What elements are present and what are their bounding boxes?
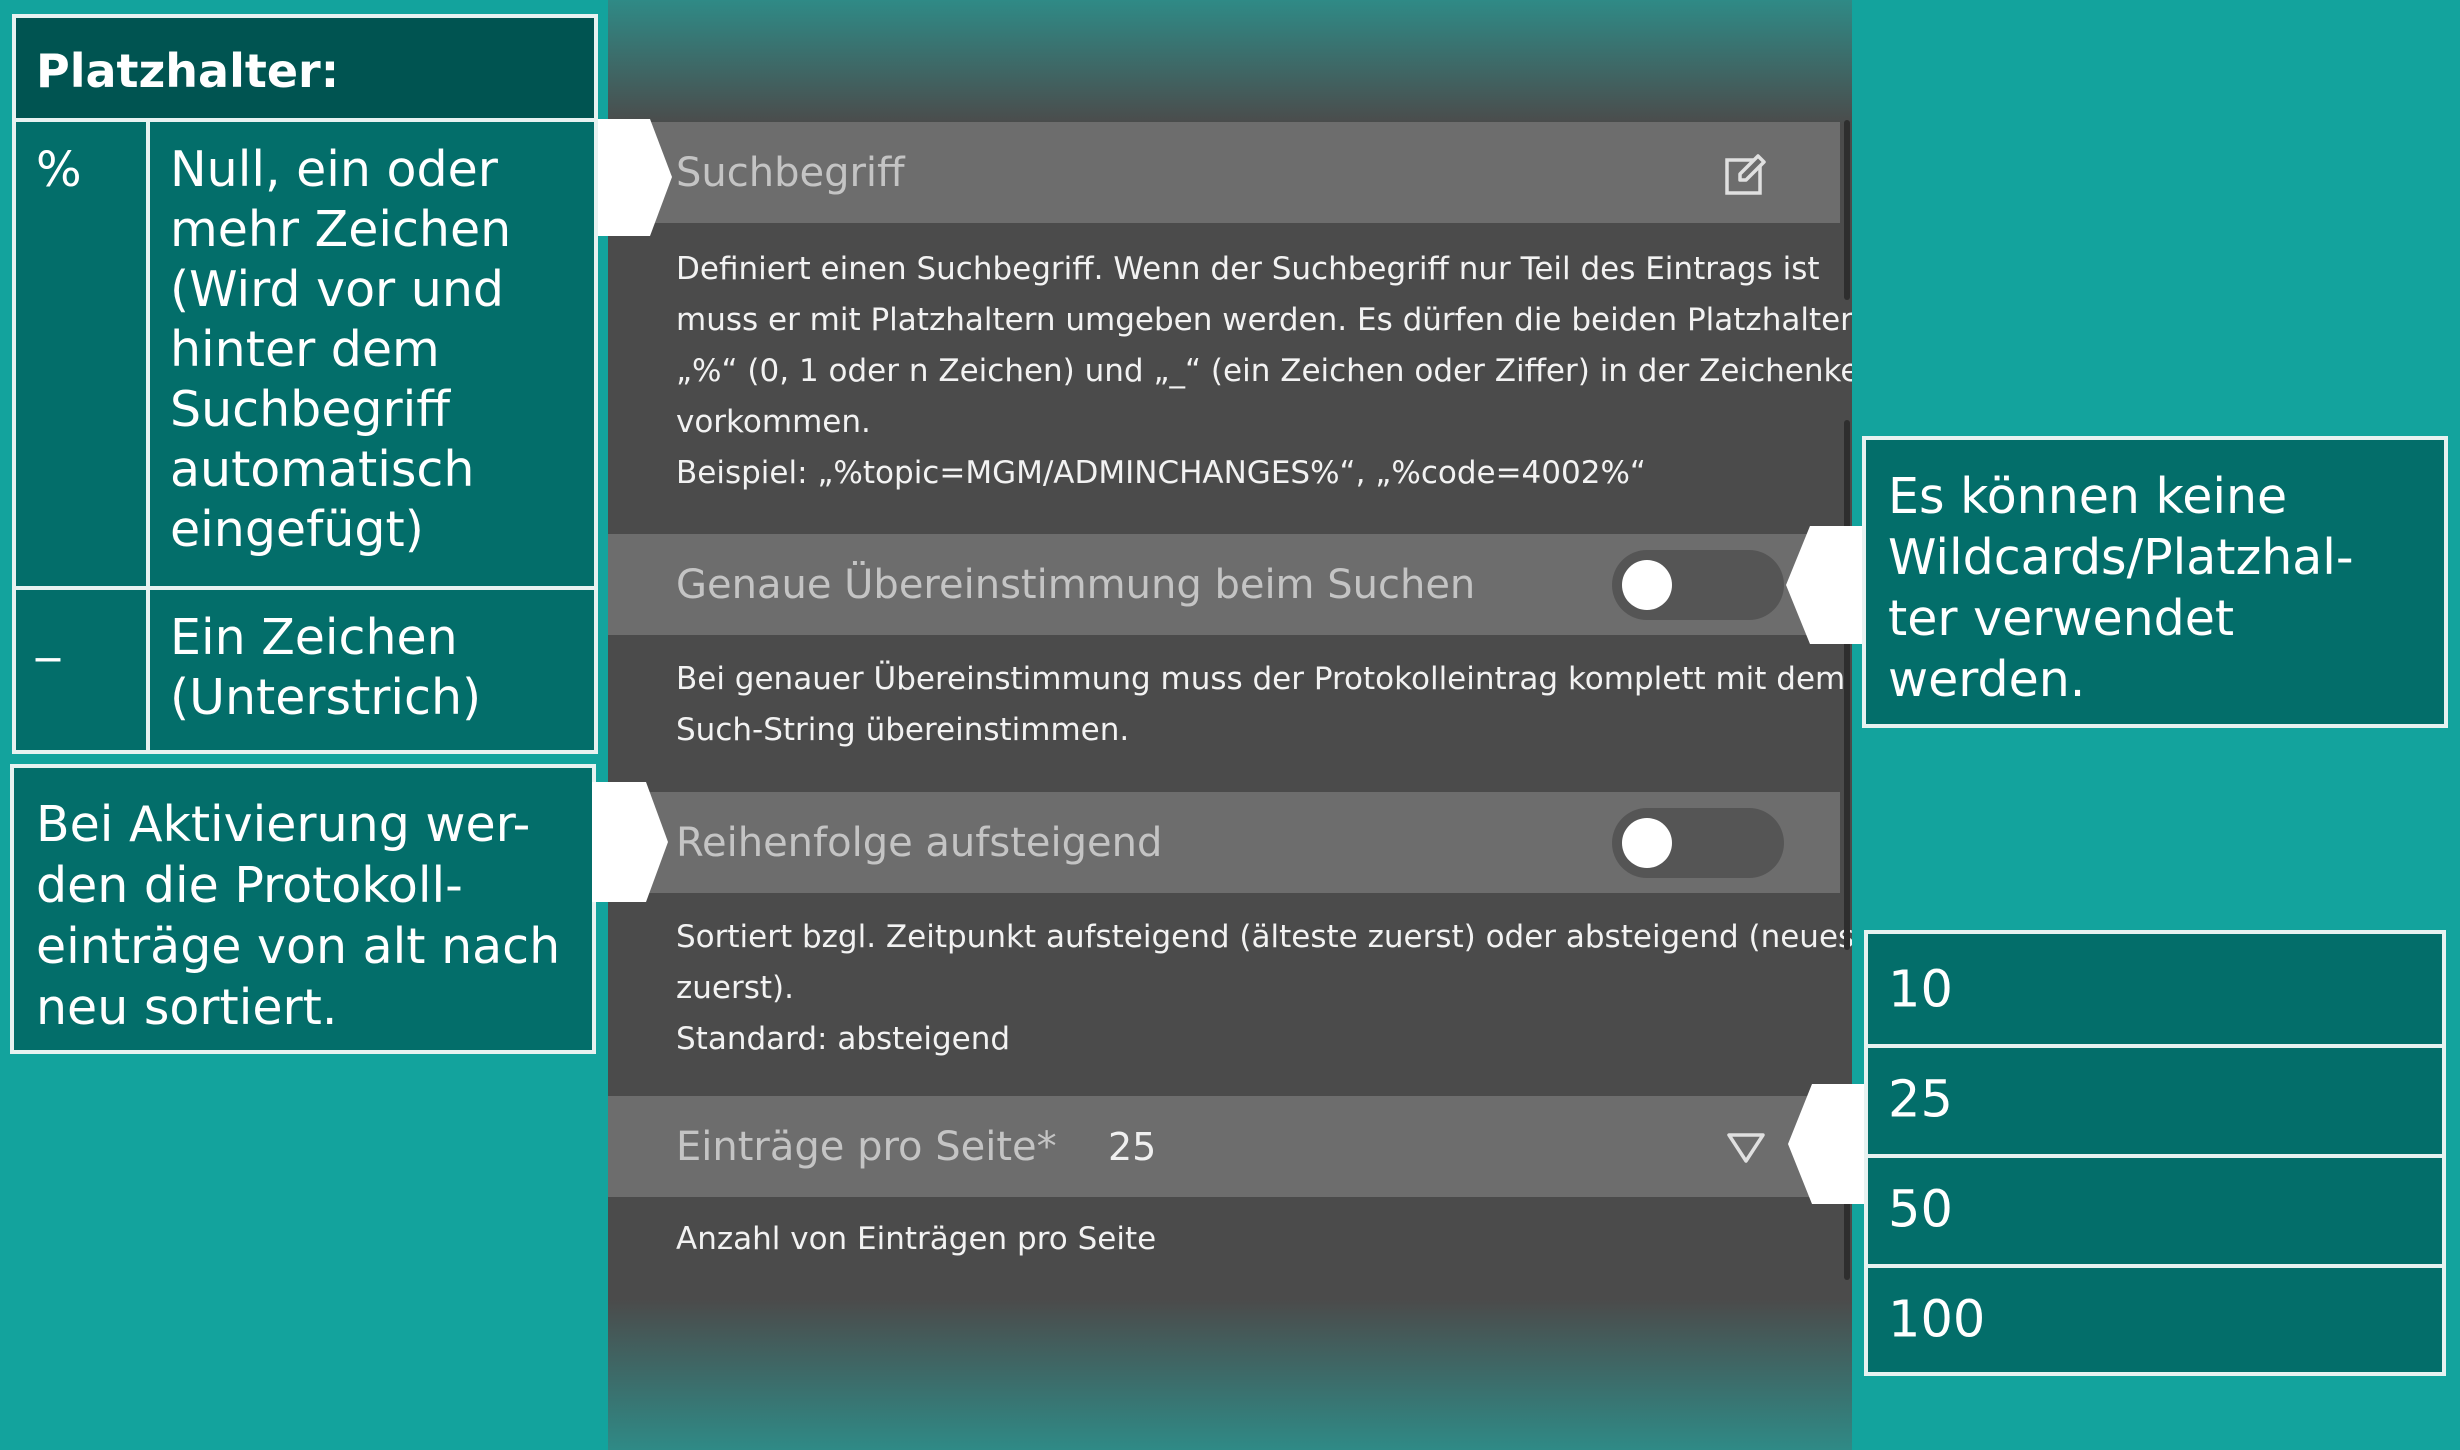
callout-pointer [598, 119, 672, 236]
edit-icon[interactable] [1724, 154, 1766, 196]
callout-pointer [592, 782, 668, 902]
description-line: Suchbegriff [170, 381, 451, 438]
callout-line: einträge von alt nach [36, 918, 561, 975]
callout-line: Bei Aktivierung wer- [36, 796, 531, 853]
callout-pointer [1786, 526, 1872, 644]
option-label: 25 [1888, 1070, 1953, 1130]
description-line: vorkommen. [676, 404, 871, 440]
entries-per-page-value: 25 [1108, 1124, 1157, 1169]
placeholder-symbol-percent: % [36, 142, 82, 198]
table-divider [16, 586, 594, 590]
entries-per-page-description: Anzahl von Einträgen pro Seite [676, 1214, 1786, 1265]
description-line: Null, ein oder [170, 141, 498, 198]
ascending-order-setting: Reihenfolge aufsteigend [608, 792, 1840, 893]
placeholder-table-title: Platzhalter: [36, 44, 340, 98]
description-line: hinter dem [170, 321, 440, 378]
description-line: Such-String übereinstimmen. [676, 712, 1130, 748]
option-label: 50 [1888, 1180, 1953, 1240]
callout-text: Bei Aktivierung wer- den die Protokoll- … [36, 794, 560, 1038]
search-term-description: Definiert einen Suchbegriff. Wenn der Su… [676, 244, 1852, 499]
description-line: mehr Zeichen [170, 201, 512, 258]
description-line: Bei genauer Übereinstimmung muss der Pro… [676, 661, 1846, 697]
scrollbar-track[interactable] [1844, 120, 1850, 300]
callout-line: werden. [1888, 651, 2086, 708]
description-line: Anzahl von Einträgen pro Seite [676, 1221, 1157, 1257]
placeholder-table-header: Platzhalter: [12, 14, 598, 122]
sort-order-callout: Bei Aktivierung wer- den die Protokoll- … [10, 764, 596, 1054]
placeholder-table: % Null, ein oder mehr Zeichen (Wird vor … [12, 122, 598, 754]
table-divider [146, 122, 150, 750]
callout-line: ter verwendet [1888, 590, 2235, 647]
search-term-field[interactable]: Suchbegriff [608, 122, 1840, 223]
description-line: Standard: absteigend [676, 1021, 1011, 1057]
page-size-option[interactable]: 25 [1868, 1044, 2442, 1158]
description-line: Beispiel: „%topic=MGM/ADMINCHANGES%“, „%… [676, 455, 1646, 491]
callout-line: Es können keine [1888, 468, 2288, 525]
search-term-label: Suchbegriff [676, 149, 905, 196]
entries-per-page-select[interactable]: Einträge pro Seite* 25 [608, 1096, 1840, 1197]
page-size-option[interactable]: 10 [1868, 934, 2442, 1048]
option-label: 100 [1888, 1290, 1986, 1350]
exact-match-description: Bei genauer Übereinstimmung muss der Pro… [676, 654, 1846, 756]
exact-match-setting: Genaue Übereinstimmung beim Suchen [608, 534, 1840, 635]
placeholder-description-underscore: Ein Zeichen (Unterstrich) [170, 608, 481, 728]
callout-line: den die Protokoll- [36, 857, 463, 914]
ascending-order-description: Sortiert bzgl. Zeitpunkt aufsteigend (äl… [676, 912, 1852, 1065]
option-label: 10 [1888, 960, 1953, 1020]
description-line: (Unterstrich) [170, 669, 482, 726]
exact-match-callout: Es können keine Wildcards/Platzhal- ter … [1862, 436, 2448, 728]
exact-match-label: Genaue Übereinstimmung beim Suchen [676, 561, 1476, 608]
ascending-order-toggle[interactable] [1612, 808, 1784, 878]
dropdown-triangle-icon[interactable] [1726, 1132, 1766, 1164]
callout-line: neu sortiert. [36, 979, 338, 1036]
settings-panel: Suchbegriff Definiert einen Suchbegriff.… [608, 0, 1852, 1450]
page-size-option[interactable]: 100 [1868, 1264, 2442, 1376]
toggle-knob [1622, 560, 1672, 610]
description-line: Definiert einen Suchbegriff. Wenn der Su… [676, 251, 1820, 287]
scrollbar-thumb[interactable] [1844, 420, 1850, 950]
callout-pointer [1788, 1084, 1872, 1204]
toggle-knob [1622, 818, 1672, 868]
page-size-options-list: 10 25 50 100 [1864, 930, 2446, 1376]
entries-per-page-label: Einträge pro Seite* [676, 1123, 1057, 1170]
description-line: automatisch [170, 441, 475, 498]
callout-text: Es können keine Wildcards/Platzhal- ter … [1888, 466, 2354, 710]
page-size-option[interactable]: 50 [1868, 1154, 2442, 1268]
description-line: zuerst). [676, 970, 794, 1006]
description-line: „%“ (0, 1 oder n Zeichen) und „_“ (ein Z… [676, 353, 1852, 389]
panel-top-fade [608, 0, 1852, 125]
callout-line: Wildcards/Platzhal- [1888, 529, 2354, 586]
description-line: muss er mit Platzhaltern umgeben werden.… [676, 302, 1852, 338]
description-line: eingefügt) [170, 501, 424, 558]
placeholder-description-percent: Null, ein oder mehr Zeichen (Wird vor un… [170, 140, 511, 560]
placeholder-symbol-underscore: _ [36, 606, 60, 662]
description-line: Sortiert bzgl. Zeitpunkt aufsteigend (äl… [676, 919, 1852, 955]
ascending-order-label: Reihenfolge aufsteigend [676, 819, 1163, 866]
exact-match-toggle[interactable] [1612, 550, 1784, 620]
description-line: Ein Zeichen [170, 609, 458, 666]
description-line: (Wird vor und [170, 261, 504, 318]
panel-bottom-fade [608, 1300, 1852, 1450]
